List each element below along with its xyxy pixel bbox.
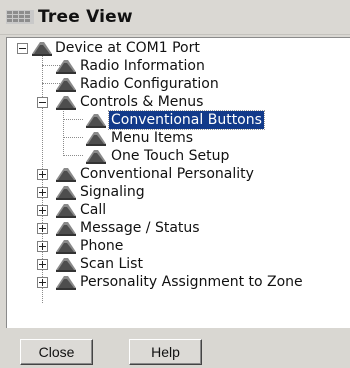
radio-device-icon <box>56 240 76 254</box>
tree-line-h <box>63 119 83 120</box>
tree-item-controls-menus[interactable]: Controls & Menus <box>80 93 203 111</box>
tree-expand-toggle[interactable] <box>37 259 48 270</box>
tree-item-personality-assignment-to-zone[interactable]: Personality Assignment to Zone <box>80 273 303 291</box>
window-title: Tree View <box>38 7 133 27</box>
tree-expand-toggle[interactable] <box>37 223 48 234</box>
title-bar[interactable]: Tree View <box>0 0 350 35</box>
tree-item-radio-configuration[interactable]: Radio Configuration <box>80 75 219 93</box>
tree-expand-toggle[interactable] <box>37 277 48 288</box>
help-button[interactable]: Help <box>129 339 202 365</box>
tree-line-controls <box>63 108 64 154</box>
tree-item-scan-list[interactable]: Scan List <box>80 255 143 273</box>
tree-expand-toggle[interactable] <box>37 169 48 180</box>
tree-collapse-toggle[interactable] <box>17 43 28 54</box>
tree-view-panel[interactable]: Device at COM1 Port Radio Information Ra… <box>6 37 350 328</box>
tree-item-call[interactable]: Call <box>80 201 106 219</box>
radio-device-icon <box>86 132 106 146</box>
tree-line-h <box>63 137 83 138</box>
tree-item-signaling[interactable]: Signaling <box>80 183 145 201</box>
tree-collapse-toggle[interactable] <box>37 97 48 108</box>
radio-device-icon <box>32 42 52 56</box>
tree-expand-toggle[interactable] <box>37 241 48 252</box>
tree-expand-toggle[interactable] <box>37 187 48 198</box>
tree-view-window: Tree View Device at COM1 Port Radio Info… <box>0 0 350 368</box>
tree-line-h <box>63 155 83 156</box>
radio-device-icon <box>56 258 76 272</box>
radio-device-icon <box>56 78 76 92</box>
tree-item-conventional-buttons[interactable]: Conventional Buttons <box>108 110 265 130</box>
radio-device-icon <box>86 150 106 164</box>
close-button[interactable]: Close <box>20 339 93 365</box>
radio-device-icon <box>56 96 76 110</box>
grid-window-icon <box>6 10 34 24</box>
radio-device-icon <box>56 168 76 182</box>
tree-item-radio-information[interactable]: Radio Information <box>80 57 205 75</box>
radio-device-icon <box>86 114 106 128</box>
radio-device-icon <box>56 276 76 290</box>
tree-item-one-touch-setup[interactable]: One Touch Setup <box>111 147 229 165</box>
tree-expand-toggle[interactable] <box>37 205 48 216</box>
radio-device-icon <box>56 204 76 218</box>
radio-device-icon <box>56 186 76 200</box>
radio-device-icon <box>56 60 76 74</box>
radio-device-icon <box>56 222 76 236</box>
tree-item-menu-items[interactable]: Menu Items <box>111 129 193 147</box>
tree-item-phone[interactable]: Phone <box>80 237 123 255</box>
tree-item-conventional-personality[interactable]: Conventional Personality <box>80 165 254 183</box>
tree-item-message-status[interactable]: Message / Status <box>80 219 200 237</box>
tree-root-label[interactable]: Device at COM1 Port <box>55 39 200 57</box>
